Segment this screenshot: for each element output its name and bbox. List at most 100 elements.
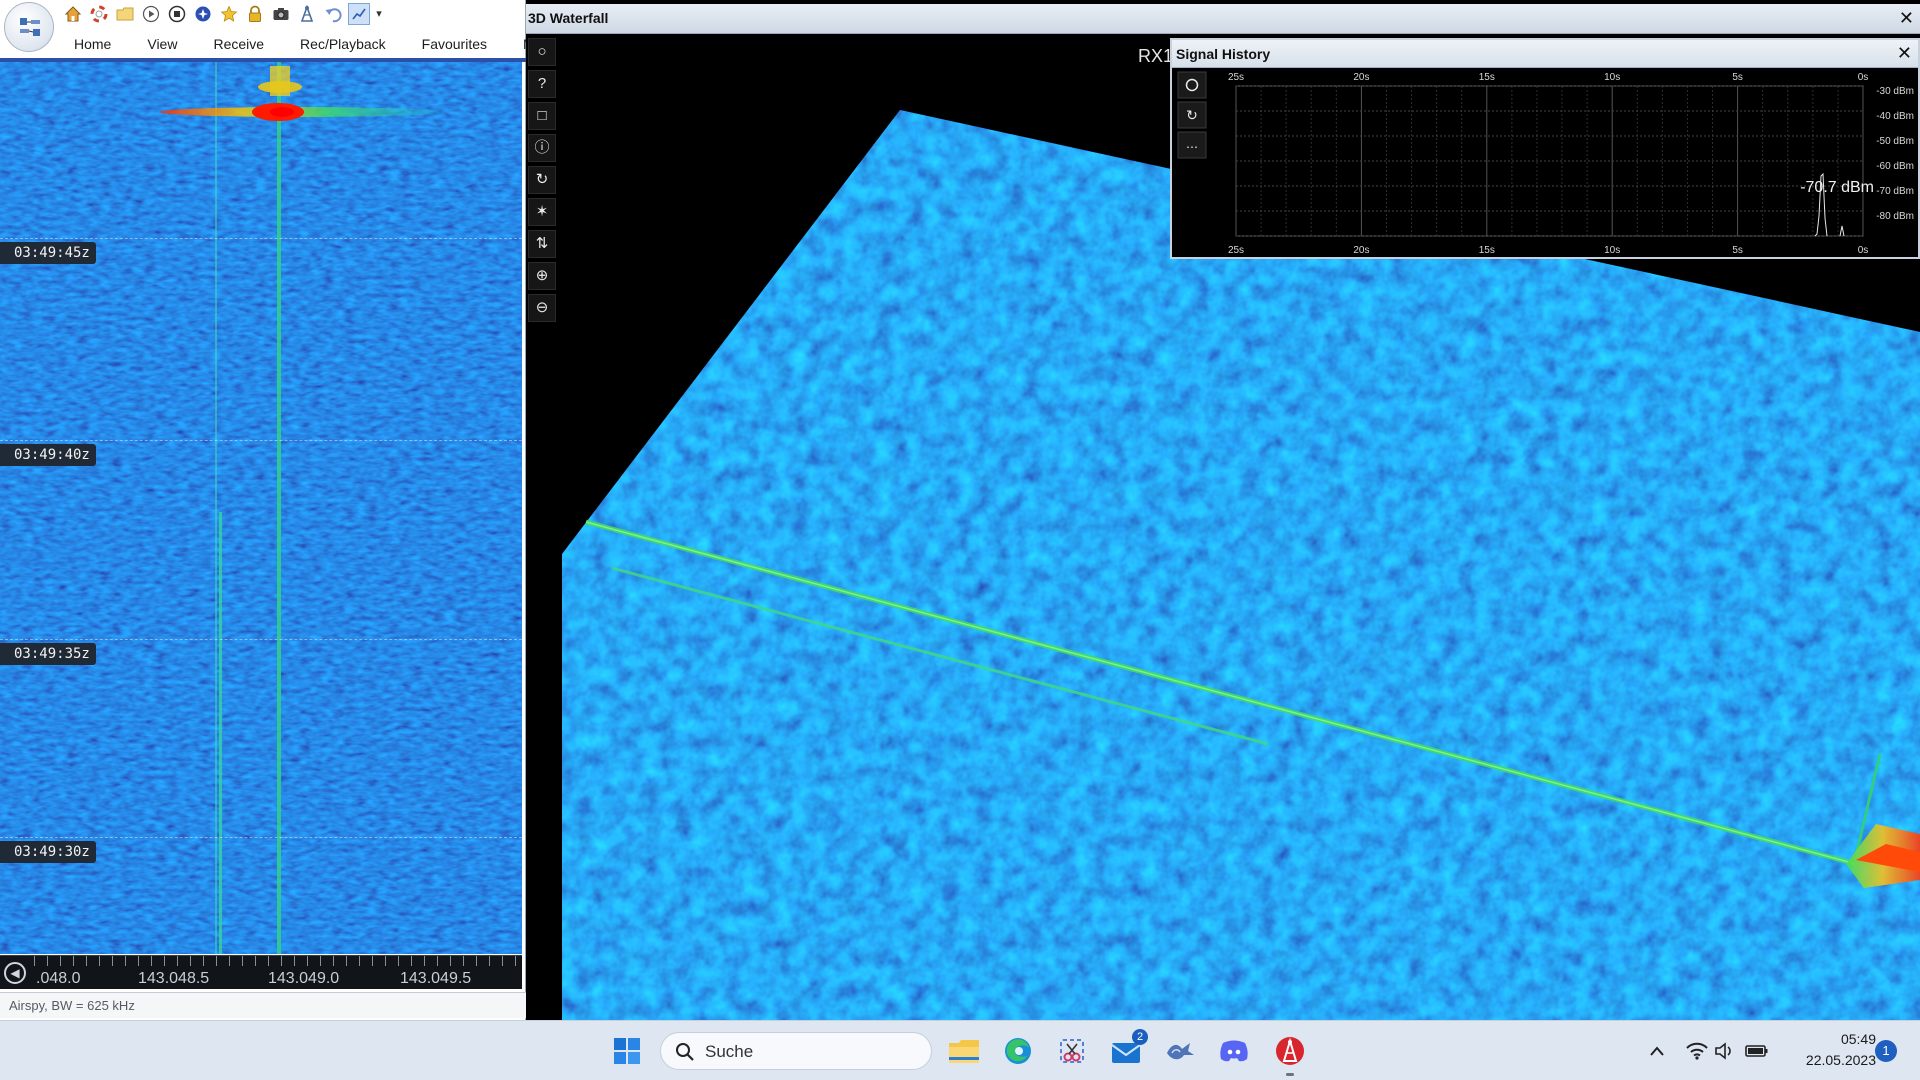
signal-history-titlebar[interactable]: Signal History ✕ <box>1172 40 1918 68</box>
waterfall-3d-titlebar[interactable]: 3D Waterfall ✕ <box>526 4 1920 34</box>
tab-favourites[interactable]: Favourites <box>404 32 505 56</box>
undo-icon[interactable] <box>322 3 344 25</box>
remote-connection-icon[interactable] <box>1160 1031 1200 1071</box>
app-logo-icon <box>20 18 40 36</box>
level-axis-label: -60 dBm <box>1876 161 1914 172</box>
frequency-label: 143.049.5 <box>400 970 472 987</box>
window-title: Signal History <box>1176 46 1271 62</box>
antenna-icon[interactable] <box>296 3 318 25</box>
circle-mode-icon[interactable] <box>1177 71 1207 99</box>
clock-date[interactable]: 22.05.2023 <box>1784 1052 1876 1068</box>
clock-time[interactable]: 05:49 <box>1812 1031 1876 1047</box>
time-marker: 03:49:40z <box>0 444 96 466</box>
tab-rec-playback[interactable]: Rec/Playback <box>282 32 404 56</box>
info-icon[interactable]: ⓘ <box>528 134 556 162</box>
frequency-label: .048.0 <box>36 970 81 987</box>
time-axis-label: 0s <box>1858 72 1869 83</box>
zoom-reset-button[interactable]: ◀ <box>4 962 26 984</box>
status-text: Airspy, BW = 625 kHz <box>9 998 135 1013</box>
mail-icon[interactable]: 2 <box>1106 1029 1148 1071</box>
square-icon[interactable]: □ <box>528 102 556 130</box>
tab-view[interactable]: View <box>129 32 195 56</box>
close-button[interactable]: ✕ <box>1897 43 1912 64</box>
lifebuoy-icon[interactable] <box>88 3 110 25</box>
search-placeholder: Suche <box>705 1042 754 1061</box>
lock-icon[interactable] <box>244 3 266 25</box>
notification-center-badge[interactable]: 1 <box>1875 1040 1897 1062</box>
record-icon[interactable] <box>192 3 214 25</box>
time-axis-label: 10s <box>1604 245 1620 256</box>
signal-history-chart: ↻ … 25s 25s 20s 20s 15s 15s 10s 10s 5s 5s 0s 0s -30 … <box>1177 71 1914 256</box>
frequency-axis[interactable]: ◀ .048.0 143.048.5 143.049.0 143.049.5 <box>0 955 522 989</box>
sdr-console-panel: ▾ Home View Receive Rec/Playback Favouri… <box>0 0 584 1020</box>
level-axis-label: -50 dBm <box>1876 136 1914 147</box>
refresh-glyph: ↻ <box>1186 108 1198 124</box>
more-options-glyph: … <box>1186 137 1198 151</box>
time-axis-label: 25s <box>1228 245 1244 256</box>
window-title: 3D Waterfall <box>528 10 609 26</box>
ribbon-tabs: Home View Receive Rec/Playback Favourite… <box>56 32 602 56</box>
time-gridline <box>0 837 522 838</box>
rotate-icon[interactable]: ↻ <box>528 166 556 194</box>
close-button[interactable]: ✕ <box>1899 8 1914 28</box>
chart-line-icon[interactable] <box>348 3 370 25</box>
battery-icon[interactable] <box>1745 1039 1769 1063</box>
play-icon[interactable] <box>140 3 162 25</box>
status-bar: Airspy, BW = 625 kHz <box>0 992 526 1018</box>
help-icon[interactable]: ? <box>528 70 556 98</box>
signal-history-window: Signal History ✕ ↻ … 25s 25s 20s 20s 15s 15s 1… <box>1170 38 1920 259</box>
volume-icon[interactable] <box>1713 1039 1737 1063</box>
time-axis-label: 25s <box>1228 72 1244 83</box>
edge-browser-icon[interactable] <box>998 1031 1038 1071</box>
show-hidden-icons-icon[interactable] <box>1645 1039 1669 1063</box>
waterfall-display[interactable]: 03:49:45z 03:49:40z 03:49:35z 03:49:30z <box>0 62 522 954</box>
waterfall-3d-toolbar: ○ ? □ ⓘ ↻ ✶ ⇅ ⊕ ⊖ <box>528 38 558 326</box>
level-axis-label: -80 dBm <box>1876 211 1914 222</box>
star-icon[interactable] <box>218 3 240 25</box>
frequency-label: 143.048.5 <box>138 970 210 987</box>
search-icon <box>676 1043 694 1061</box>
circle-mode-icon[interactable]: ○ <box>528 38 556 66</box>
zoom-in-icon[interactable]: ⊕ <box>528 262 556 290</box>
level-axis-label: -40 dBm <box>1876 111 1914 122</box>
folder-icon[interactable] <box>114 3 136 25</box>
taskbar-search[interactable]: Suche <box>660 1032 932 1070</box>
running-indicator <box>1286 1073 1294 1076</box>
current-level-readout: -70.7 dBm <box>1800 179 1874 196</box>
receiver-label: RX1 <box>1138 46 1174 66</box>
sdr-console-taskbar-icon[interactable] <box>1270 1031 1310 1076</box>
snipping-tool-icon[interactable] <box>1052 1031 1092 1071</box>
stop-icon[interactable] <box>166 3 188 25</box>
level-axis-label: -70 dBm <box>1876 186 1914 197</box>
time-axis-label: 10s <box>1604 72 1620 83</box>
tab-receive[interactable]: Receive <box>195 32 282 56</box>
start-button[interactable] <box>607 1031 647 1071</box>
wifi-icon[interactable] <box>1685 1039 1709 1063</box>
frequency-ticks <box>34 956 522 966</box>
camera-icon[interactable] <box>270 3 292 25</box>
file-explorer-icon[interactable] <box>944 1031 984 1071</box>
time-gridline <box>0 238 522 239</box>
sparkle-icon[interactable]: ✶ <box>528 198 556 226</box>
swap-vertical-icon[interactable]: ⇅ <box>528 230 556 258</box>
time-axis-label: 20s <box>1353 72 1369 83</box>
mail-badge: 2 <box>1132 1029 1148 1045</box>
desktop: ▾ Home View Receive Rec/Playback Favouri… <box>0 0 1920 1080</box>
windows-start-icon <box>614 1038 640 1064</box>
taskbar: Suche 2 05:49 22.05.2023 1 <box>0 1020 1920 1080</box>
time-axis-label: 0s <box>1858 245 1869 256</box>
application-menu-button[interactable] <box>4 2 54 52</box>
time-axis-label: 20s <box>1353 245 1369 256</box>
home-icon[interactable] <box>62 3 84 25</box>
discord-icon[interactable] <box>1214 1031 1254 1071</box>
level-axis-label: -30 dBm <box>1876 86 1914 97</box>
time-axis-label: 15s <box>1479 72 1495 83</box>
time-gridline <box>0 440 522 441</box>
zoom-out-icon[interactable]: ⊖ <box>528 294 556 322</box>
customize-toolbar-dropdown[interactable]: ▾ <box>374 3 384 25</box>
time-axis-label: 5s <box>1732 245 1743 256</box>
quick-access-toolbar: ▾ <box>62 2 384 26</box>
tab-home[interactable]: Home <box>56 32 129 56</box>
time-marker: 03:49:35z <box>0 643 96 665</box>
time-marker: 03:49:30z <box>0 841 96 863</box>
